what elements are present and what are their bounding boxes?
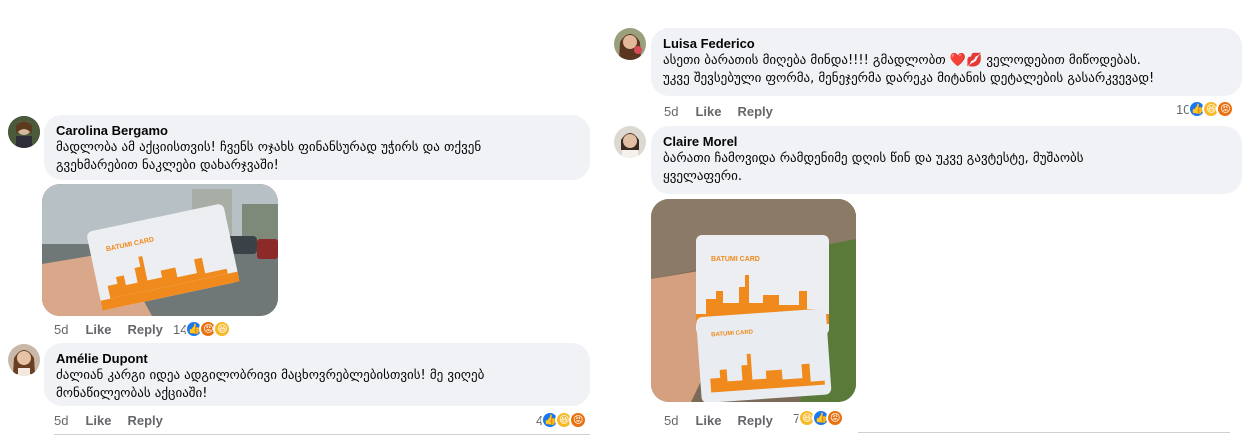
avatar-image [614,126,646,158]
comment-actions: 5d Like Reply [54,322,179,337]
commenter-name[interactable]: Amélie Dupont [56,351,578,367]
comment-line: ყველაფერი. [663,169,742,184]
comment-line: გვეხმარებით ნაკლები დახარჯვაში! [56,158,279,173]
card-photo-street: BATUMI CARD [42,184,278,316]
avatar-image [8,344,40,376]
avatar[interactable] [614,126,646,158]
reply-button[interactable]: Reply [127,413,162,428]
comment-text: ასეთი ბარათის მიღება მინდა!!!! გმადლობთ … [663,52,1230,88]
comment-photo[interactable]: BATUMI CARD [42,184,278,316]
commenter-name[interactable]: Carolina Bergamo [56,123,578,139]
reply-button[interactable]: Reply [127,322,162,337]
reaction-summary[interactable]: 7 😆 👍 😡 [793,409,845,427]
comment-bubble: Carolina Bergamo მადლობა ამ აქციისთვის! … [44,115,590,180]
comment-photo[interactable]: BATUMI CARD BATUMI CARD [651,199,856,402]
comment-actions: 5d Like Reply [664,104,789,119]
reply-button[interactable]: Reply [737,104,772,119]
comment-line: ასეთი ბარათის მიღება მინდა!!!! გმადლობთ … [663,53,1141,68]
like-button[interactable]: Like [695,413,721,428]
commenter-name[interactable]: Claire Morel [663,134,1230,150]
comment-time[interactable]: 5d [664,413,678,428]
comment-bubble: Amélie Dupont ძალიან კარგი იდეა ადგილობრ… [44,343,590,406]
comment-bubble: Claire Morel ბარათი ჩამოვიდა რამდენიმე დ… [651,126,1242,194]
like-button[interactable]: Like [85,413,111,428]
haha-reaction-icon: 😆 [213,320,232,338]
comment-time[interactable]: 5d [54,413,68,428]
comment-actions: 5d Like Reply [664,413,789,428]
avatar[interactable] [614,28,646,60]
angry-reaction-icon: 😡 [1216,100,1235,118]
reaction-summary[interactable]: 10 👍 😆 😡 [1176,100,1235,118]
comment-line: მადლობა ამ აქციისთვის! ჩვენს ოჯახს ფინან… [56,140,482,155]
comment-time[interactable]: 5d [664,104,678,119]
comment-line: მონაწილეობას აქციაში! [56,386,208,401]
reaction-summary[interactable]: 4 👍 😆 😡 [536,411,588,429]
comment-time[interactable]: 5d [54,322,68,337]
reaction-summary[interactable]: 14 👍 😡 😆 [173,320,232,338]
comment-text: ძალიან კარგი იდეა ადგილობრივი მაცხოვრებლ… [56,367,578,403]
comment-actions: 5d Like Reply [54,413,179,428]
comment-text: მადლობა ამ აქციისთვის! ჩვენს ოჯახს ფინან… [56,139,578,175]
divider [858,432,1230,433]
avatar[interactable] [8,116,40,148]
comment-text: ბარათი ჩამოვიდა რამდენიმე დღის წინ და უკ… [663,150,1230,186]
angry-reaction-icon: 😡 [826,409,845,427]
avatar-image [8,116,40,148]
comment-line: ბარათი ჩამოვიდა რამდენიმე დღის წინ და უკ… [663,151,1084,166]
divider [54,434,590,435]
avatar-image [614,28,646,60]
card-photo-two-cards: BATUMI CARD BATUMI CARD [651,199,856,402]
reply-button[interactable]: Reply [737,413,772,428]
comment-bubble: Luisa Federico ასეთი ბარათის მიღება მინდ… [651,28,1242,96]
like-button[interactable]: Like [695,104,721,119]
comment-line: უკვე შევსებული ფორმა, მენეჯერმა დარეკა მ… [663,71,1155,86]
avatar[interactable] [8,344,40,376]
comment-line: ძალიან კარგი იდეა ადგილობრივი მაცხოვრებლ… [56,368,485,383]
card-label: BATUMI CARD [711,256,760,263]
like-button[interactable]: Like [85,322,111,337]
angry-reaction-icon: 😡 [569,411,588,429]
commenter-name[interactable]: Luisa Federico [663,36,1230,52]
